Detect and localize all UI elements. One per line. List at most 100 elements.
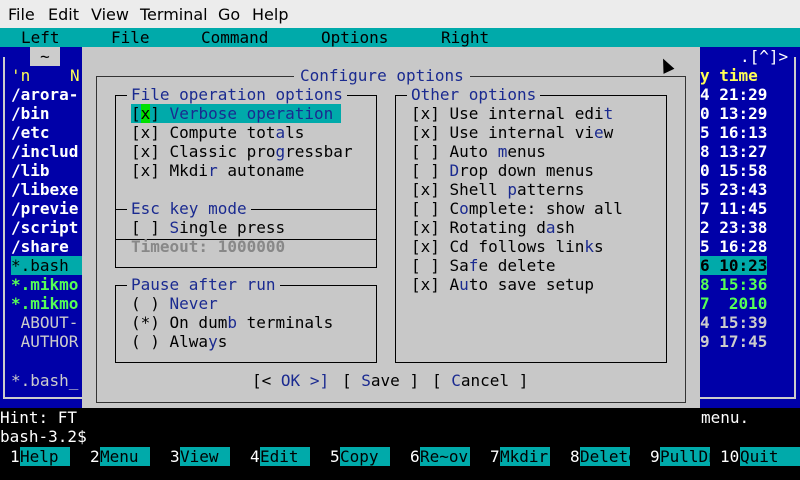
left-file-item[interactable]: *.bash bbox=[11, 256, 83, 275]
cancel-button[interactable]: [ Cancel ] bbox=[432, 371, 528, 390]
fkey-edit-button[interactable]: Edit bbox=[260, 447, 310, 466]
fkey-quit-button[interactable]: Quit bbox=[740, 447, 800, 466]
right-time-item[interactable]: 5 23:43 bbox=[700, 180, 767, 199]
left-file-item[interactable]: /includ bbox=[11, 142, 78, 161]
right-time-item[interactable]: 5 16:13 bbox=[700, 123, 767, 142]
fkey-number: 10 bbox=[720, 447, 740, 466]
fkey-number: 2 bbox=[90, 447, 100, 466]
right-time-item[interactable]: 0 15:58 bbox=[700, 161, 767, 180]
other-option-checkbox[interactable]: [x] Use internal view bbox=[411, 123, 613, 142]
left-file-item[interactable]: /share bbox=[11, 237, 69, 256]
left-file-item[interactable]: /previe bbox=[11, 199, 78, 218]
cancel-rest: ancel ] bbox=[460, 371, 529, 390]
pause-always-radio[interactable]: ( ) Always bbox=[131, 332, 227, 351]
left-file-item[interactable]: AUTHOR bbox=[11, 332, 79, 351]
mc-menu-command[interactable]: Command bbox=[201, 28, 268, 47]
fkey-view-button[interactable]: View bbox=[180, 447, 230, 466]
other-option-checkbox[interactable]: [ ] Drop down menus bbox=[411, 161, 594, 180]
fkey-reov-button[interactable]: Re~ov bbox=[420, 447, 470, 466]
compute-totals-checkbox[interactable]: [x] Compute totals bbox=[131, 123, 304, 142]
left-file-item[interactable]: *.mikmo bbox=[11, 294, 78, 313]
right-time-item[interactable]: 9 17:45 bbox=[700, 332, 767, 351]
right-time-item[interactable]: 4 15:39 bbox=[700, 313, 767, 332]
menu-terminal[interactable]: Terminal bbox=[140, 5, 208, 24]
left-file-item[interactable]: /bin bbox=[11, 104, 50, 123]
mc-menu-options[interactable]: Options bbox=[321, 28, 388, 47]
left-file-item[interactable]: /libexe bbox=[11, 180, 78, 199]
fkey-mkdir-button[interactable]: Mkdir bbox=[500, 447, 550, 466]
fkey-copy-button[interactable]: Copy bbox=[340, 447, 390, 466]
fkey-menu-button[interactable]: Menu bbox=[100, 447, 150, 466]
fkey-number: 1 bbox=[10, 447, 20, 466]
mc-menu-right[interactable]: Right bbox=[441, 28, 489, 47]
right-time-item[interactable]: 0 13:29 bbox=[700, 104, 767, 123]
other-option-checkbox[interactable]: [x] Shell patterns bbox=[411, 180, 584, 199]
cancel-pre: [ bbox=[432, 371, 452, 390]
left-file-item[interactable]: *.mikmo bbox=[11, 275, 78, 294]
fkey-number: 5 bbox=[330, 447, 340, 466]
left-file-item[interactable]: /arora- bbox=[11, 85, 78, 104]
mkdir-autoname-checkbox[interactable]: [x] Mkdir autoname bbox=[131, 161, 304, 180]
mkdir-text: [x] Mkdi bbox=[131, 161, 209, 180]
other-option-checkbox[interactable]: [ ] Auto menus bbox=[411, 142, 546, 161]
save-button[interactable]: [ Save ] bbox=[342, 371, 419, 390]
other-option-checkbox[interactable]: [ ] Safe delete bbox=[411, 256, 556, 275]
other-option-text: [x] A bbox=[411, 275, 460, 294]
other-option-hotkey: m bbox=[497, 142, 508, 161]
ok-pre: [< bbox=[252, 371, 281, 390]
right-panel-arrows[interactable]: .[^]> bbox=[740, 47, 788, 66]
right-time-item[interactable]: 8 15:36 bbox=[700, 275, 767, 294]
other-option-hotkey: o bbox=[459, 199, 469, 218]
verbose-bracket: [ bbox=[131, 104, 141, 123]
menu-help[interactable]: Help bbox=[252, 5, 288, 24]
left-file-item[interactable]: /script bbox=[11, 218, 78, 237]
other-option-checkbox[interactable]: [x] Rotating dash bbox=[411, 218, 575, 237]
pause-dumb-radio[interactable]: (*) On dumb terminals bbox=[131, 313, 333, 332]
fkey-delete-button[interactable]: Delete bbox=[580, 447, 638, 466]
other-option-rest: rop down menus bbox=[459, 161, 595, 180]
right-header-time[interactable]: y time bbox=[700, 66, 758, 85]
other-options-title: Other options bbox=[407, 85, 541, 104]
left-file-item[interactable]: ABOUT- bbox=[11, 313, 79, 332]
fkey-help-button[interactable]: Help bbox=[20, 447, 70, 466]
other-option-checkbox[interactable]: [x] Auto save setup bbox=[411, 275, 594, 294]
shell-prompt[interactable]: bash-3.2$ bbox=[0, 427, 96, 446]
left-file-item[interactable]: /lib bbox=[11, 161, 50, 180]
right-time-item[interactable]: 5 16:28 bbox=[700, 237, 767, 256]
right-time-item[interactable]: 6 10:23 bbox=[700, 256, 768, 275]
menu-view[interactable]: View bbox=[91, 5, 129, 24]
right-time-item[interactable]: 7 11:45 bbox=[700, 199, 767, 218]
other-option-checkbox[interactable]: [x] Use internal edit bbox=[411, 104, 613, 123]
hint-text-right: menu. bbox=[701, 408, 750, 427]
classic-rest: ressbar bbox=[285, 142, 353, 161]
single-text: [ ] bbox=[131, 218, 170, 237]
configure-options-dialog: Configure options File operation options… bbox=[82, 47, 700, 428]
mc-menu-left[interactable]: Left bbox=[21, 28, 60, 47]
ok-rest: K >] bbox=[290, 371, 330, 390]
menu-file[interactable]: File bbox=[8, 5, 35, 24]
ok-button[interactable]: [< OK >] bbox=[252, 371, 329, 390]
other-option-checkbox[interactable]: [x] Cd follows links bbox=[411, 237, 604, 256]
timeout-field: Timeout: 1000000 bbox=[131, 237, 286, 256]
right-time-item[interactable]: 8 13:27 bbox=[700, 142, 767, 161]
left-header-name[interactable]: N bbox=[70, 66, 80, 85]
verbose-operation-checkbox[interactable]: [x] Verbose operation bbox=[131, 104, 341, 123]
mc-menu-file[interactable]: File bbox=[111, 28, 150, 47]
other-option-rest: enus bbox=[507, 142, 546, 161]
classic-progressbar-checkbox[interactable]: [x] Classic progressbar bbox=[131, 142, 353, 161]
left-header-n[interactable]: 'n bbox=[11, 66, 30, 85]
right-time-item[interactable]: 4 21:29 bbox=[700, 85, 767, 104]
verbose-hotkey: V bbox=[169, 104, 180, 123]
left-file-item[interactable]: /etc bbox=[11, 123, 50, 142]
fkey-pulldn-button[interactable]: PullDn bbox=[660, 447, 718, 466]
menu-edit[interactable]: Edit bbox=[48, 5, 79, 24]
right-time-item[interactable]: 2 23:38 bbox=[700, 218, 767, 237]
compute-hotkey: a bbox=[275, 123, 286, 142]
menu-go[interactable]: Go bbox=[218, 5, 240, 24]
left-panel-path[interactable]: ~ bbox=[30, 47, 60, 66]
other-option-checkbox[interactable]: [ ] Complete: show all bbox=[411, 199, 623, 218]
dialog-title: Configure options bbox=[294, 66, 470, 85]
right-time-item[interactable]: 7 2010 bbox=[700, 294, 767, 313]
pause-never-radio[interactable]: ( ) Never bbox=[131, 294, 218, 313]
single-press-checkbox[interactable]: [ ] Single press bbox=[131, 218, 285, 237]
